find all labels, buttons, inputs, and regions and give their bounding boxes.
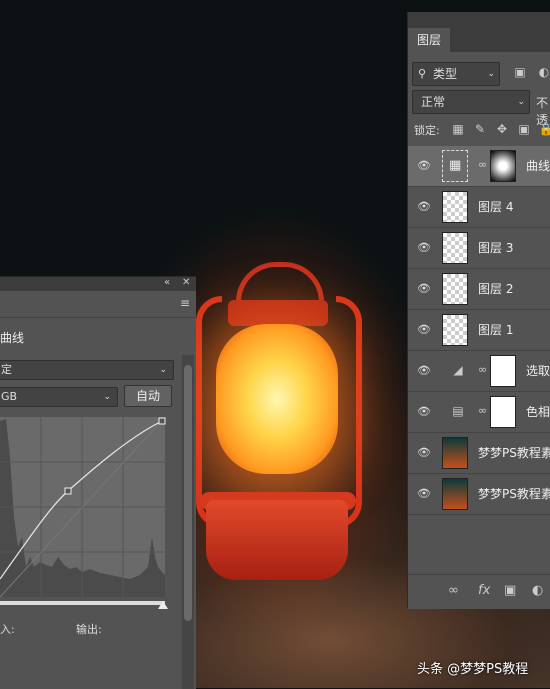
panel-menu-icon[interactable]: ≡	[180, 296, 190, 310]
properties-title: 曲线	[0, 331, 25, 345]
layers-tabbar: 图层	[408, 12, 550, 52]
layer-name: 图层 2	[478, 282, 514, 296]
layers-footer: ∞ fx ▣ ◐	[408, 574, 550, 609]
fx-icon[interactable]: fx	[478, 583, 490, 598]
layer-thumbnail	[442, 437, 468, 469]
preset-value: 定	[1, 363, 12, 376]
eye-icon[interactable]: 👁	[417, 282, 431, 296]
layer-name: 梦梦PS教程素	[478, 487, 550, 501]
input-label: 入:	[0, 623, 15, 636]
link-icon[interactable]: ∞	[478, 404, 487, 417]
layer-row[interactable]: 👁 梦梦PS教程素	[408, 433, 550, 474]
channel-value: GB	[1, 390, 18, 403]
curve-point	[64, 487, 72, 495]
layer-thumbnail	[442, 273, 468, 305]
lock-position-icon[interactable]: ✥	[494, 122, 510, 136]
eye-icon[interactable]: 👁	[417, 364, 431, 378]
filter-label: 类型	[433, 67, 458, 81]
layer-thumbnail	[442, 478, 468, 510]
selective-color-icon: ◢	[453, 363, 463, 377]
layers-panel: 图层 ⚲ 类型 ⌄ ▣ ◐ 正常 ⌄ 不透 锁定: ▦ ✎ ✥ ▣ 🔒 👁 ▦ …	[407, 12, 550, 609]
properties-titlebar: « ✕	[0, 277, 196, 291]
chevron-down-icon: ⌄	[159, 365, 167, 375]
curves-graph[interactable]	[0, 417, 176, 617]
output-label: 输出:	[76, 623, 102, 636]
link-icon[interactable]: ∞	[448, 583, 459, 598]
auto-button[interactable]: 自动	[124, 385, 172, 407]
mask-thumbnail[interactable]	[490, 396, 516, 428]
layer-row[interactable]: 👁 图层 1	[408, 310, 550, 351]
artboard-icon[interactable]: ▣	[516, 122, 532, 136]
tab-layers[interactable]: 图层	[408, 28, 451, 52]
gradient-bar	[0, 601, 165, 605]
lock-transparency-icon[interactable]: ▦	[450, 122, 466, 136]
eye-icon[interactable]: 👁	[417, 159, 431, 173]
layer-name: 色相	[526, 405, 550, 419]
curve-point	[158, 417, 166, 425]
eye-icon[interactable]: 👁	[417, 446, 431, 460]
hue-saturation-icon: ▤	[452, 404, 464, 418]
link-icon[interactable]: ∞	[478, 158, 487, 171]
eye-icon[interactable]: 👁	[417, 200, 431, 214]
properties-scrollbar[interactable]	[182, 355, 194, 689]
eye-icon[interactable]: 👁	[417, 241, 431, 255]
layer-filter-select[interactable]: ⚲ 类型 ⌄	[412, 62, 500, 86]
layer-name: 图层 4	[478, 200, 514, 214]
eye-icon[interactable]: 👁	[417, 323, 431, 337]
link-icon[interactable]: ∞	[478, 363, 487, 376]
blend-mode-value: 正常	[421, 95, 446, 109]
layer-row[interactable]: 👁 图层 3	[408, 228, 550, 269]
layer-name: 选取	[526, 364, 550, 378]
curves-adjustment-icon: ▦	[442, 150, 468, 182]
scrollbar-thumb[interactable]	[184, 365, 192, 621]
lantern-glass	[216, 324, 338, 474]
layer-thumbnail	[442, 232, 468, 264]
layer-row[interactable]: 👁 梦梦PS教程素	[408, 474, 550, 515]
adjustment-filter-icon[interactable]: ◐	[536, 65, 550, 79]
layer-name: 曲线	[526, 159, 550, 173]
properties-tabbar: ≡	[0, 291, 196, 318]
preset-select[interactable]: 定 ⌄	[0, 360, 174, 380]
layer-row[interactable]: 👁 ▦ ∞ 曲线	[408, 146, 550, 187]
adjustment-icon[interactable]: ◐	[532, 583, 543, 598]
close-icon[interactable]: ✕	[182, 277, 190, 288]
watermark: 头条 @梦梦PS教程	[417, 662, 529, 677]
chevron-down-icon: ⌄	[517, 97, 525, 107]
chevron-down-icon: ⌄	[103, 392, 111, 402]
layer-row[interactable]: 👁 图层 4	[408, 187, 550, 228]
channel-select[interactable]: GB ⌄	[0, 387, 118, 407]
mask-thumbnail[interactable]	[490, 355, 516, 387]
lantern-base	[206, 500, 348, 580]
search-icon: ⚲	[418, 67, 427, 80]
chevron-down-icon: ⌄	[487, 69, 495, 79]
lock-label: 锁定:	[414, 124, 440, 137]
eye-icon[interactable]: 👁	[417, 487, 431, 501]
mask-thumbnail[interactable]	[490, 150, 516, 182]
layer-thumbnail	[442, 314, 468, 346]
lantern-cap	[228, 300, 328, 326]
layer-thumbnail	[442, 191, 468, 223]
blend-mode-select[interactable]: 正常 ⌄	[412, 90, 530, 114]
eye-icon[interactable]: 👁	[417, 405, 431, 419]
layer-name: 图层 1	[478, 323, 514, 337]
properties-panel: « ✕ ≡ 曲线 定 ⌄ GB ⌄ 自动 入: 输出:	[0, 276, 196, 689]
image-filter-icon[interactable]: ▣	[512, 65, 528, 79]
layer-row[interactable]: 👁 图层 2	[408, 269, 550, 310]
layer-name: 图层 3	[478, 241, 514, 255]
mask-icon[interactable]: ▣	[504, 583, 516, 598]
layer-row[interactable]: 👁 ◢ ∞ 选取	[408, 351, 550, 392]
lock-pixels-icon[interactable]: ✎	[472, 122, 488, 136]
layer-row[interactable]: 👁 ▤ ∞ 色相	[408, 392, 550, 433]
lock-all-icon[interactable]: 🔒	[538, 122, 550, 136]
collapse-icon[interactable]: «	[164, 277, 170, 288]
layer-name: 梦梦PS教程素	[478, 446, 550, 460]
